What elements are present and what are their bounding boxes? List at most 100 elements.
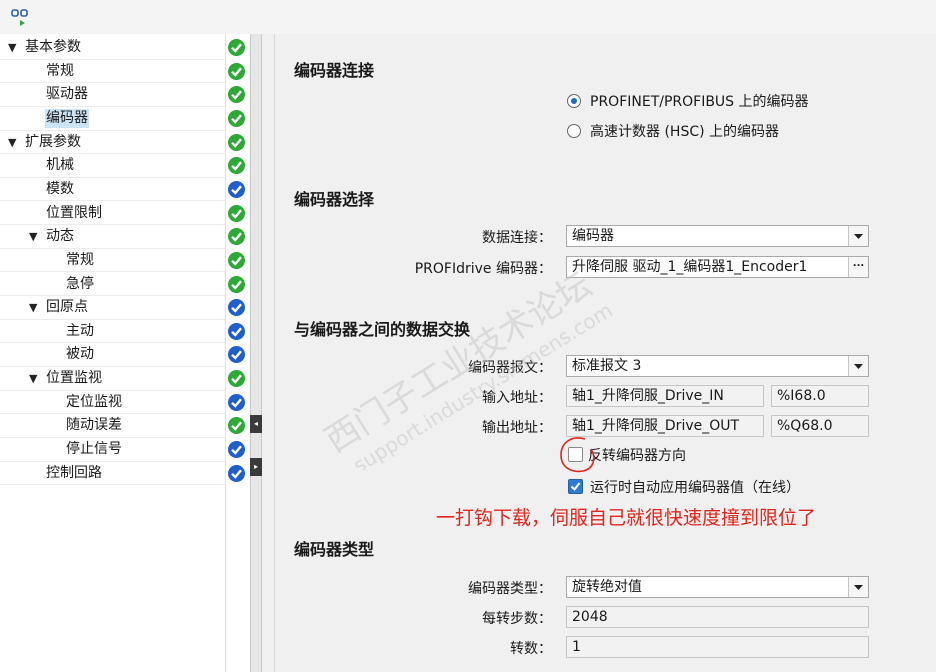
telegram-label: 编码器报文：	[468, 360, 552, 376]
status-ok-icon	[228, 393, 245, 411]
steps-per-rev-value: 2048	[572, 609, 608, 625]
input-tag-value: 轴1_升降伺服_Drive_IN	[572, 388, 724, 404]
nav-item[interactable]: 编码器	[0, 107, 225, 131]
profidrive-encoder-value: 升降伺服 驱动_1_编码器1_Encoder1	[572, 259, 808, 275]
nav-item-label: 停止信号	[66, 441, 122, 458]
nav-item[interactable]: 主动	[0, 320, 225, 344]
input-address-value: %I68.0	[777, 388, 826, 404]
output-tag-field: 轴1_升降伺服_Drive_OUT	[566, 415, 764, 437]
nav-item-label: 急停	[66, 275, 94, 292]
revolutions-value: 1	[572, 639, 581, 655]
auto-apply-checkbox[interactable]	[568, 479, 583, 494]
telegram-value: 标准报文 3	[572, 358, 642, 374]
revolutions-label: 转数：	[510, 641, 552, 657]
revolutions-field: 1	[566, 636, 869, 658]
status-ok-icon	[228, 109, 245, 127]
nav-item-label: 编码器	[45, 108, 89, 128]
nav-item-label: 基本参数	[25, 39, 81, 55]
status-ok-icon	[228, 370, 245, 388]
expand-right-icon[interactable]: ▸	[250, 458, 262, 476]
status-ok-icon	[228, 417, 245, 435]
nav-item-label: 动态	[46, 228, 74, 245]
profidrive-encoder-field[interactable]: 升降伺服 驱动_1_编码器1_Encoder1 ...	[566, 256, 869, 278]
nav-item-label: 扩展参数	[25, 133, 81, 150]
radio-hsc-label: 高速计数器 (HSC) 上的编码器	[590, 124, 780, 140]
chevron-down-icon[interactable]	[848, 356, 868, 376]
status-ok-icon	[228, 180, 245, 198]
annotation-text: 一打钩下载，伺服自己就很快速度撞到限位了	[436, 507, 817, 529]
output-tag-value: 轴1_升降伺服_Drive_OUT	[572, 418, 740, 434]
input-tag-field: 轴1_升降伺服_Drive_IN	[566, 385, 764, 407]
status-ok-icon	[228, 322, 245, 340]
nav-item-label: 常规	[46, 62, 74, 79]
axis-overview-icon[interactable]	[10, 7, 32, 29]
profidrive-encoder-label: PROFIdrive 编码器：	[414, 261, 552, 277]
encoder-selection-title: 编码器选择	[294, 190, 375, 209]
status-ok-icon	[228, 133, 245, 151]
data-exchange-title: 与编码器之间的数据交换	[294, 320, 471, 339]
data-connection-dropdown[interactable]: 编码器	[566, 225, 869, 247]
encoder-type-title: 编码器类型	[294, 540, 375, 559]
nav-item[interactable]: 控制回路	[0, 462, 225, 486]
status-ok-icon	[228, 204, 245, 222]
status-ok-icon	[228, 86, 245, 104]
nav-item-label: 随动误差	[66, 417, 122, 434]
expand-arrow-icon[interactable]: ▼	[8, 132, 16, 153]
nav-item[interactable]: ▼ 扩展参数	[0, 131, 225, 155]
encoder-connection-title: 编码器连接	[294, 61, 375, 80]
radio-profinet-encoder[interactable]	[567, 94, 581, 108]
nav-item[interactable]: 急停	[0, 273, 225, 297]
nav-item[interactable]: 常规	[0, 249, 225, 273]
browse-button[interactable]: ...	[848, 257, 868, 277]
nav-item-label: 位置限制	[46, 204, 102, 221]
invert-direction-label: 反转编码器方向	[588, 448, 686, 464]
separator	[262, 34, 274, 672]
nav-item[interactable]: 被动	[0, 343, 225, 368]
nav-item[interactable]: ▼ 回原点	[0, 296, 225, 320]
expand-arrow-icon[interactable]: ▼	[8, 37, 16, 58]
nav-item-label: 常规	[66, 251, 94, 268]
encoder-type-dropdown[interactable]: 旋转绝对值	[566, 576, 869, 598]
nav-item[interactable]: 位置限制	[0, 202, 225, 226]
output-address-label: 输出地址：	[482, 420, 552, 436]
expand-arrow-icon[interactable]: ▼	[29, 297, 37, 318]
radio-hsc-encoder[interactable]	[567, 124, 581, 138]
status-ok-icon	[228, 157, 245, 175]
nav-item[interactable]: 模数	[0, 178, 225, 202]
nav-item[interactable]: 驱动器	[0, 83, 225, 107]
chevron-down-icon[interactable]	[848, 577, 868, 597]
input-address-label: 输入地址：	[482, 390, 552, 406]
steps-per-rev-field: 2048	[566, 606, 869, 628]
nav-item[interactable]: 机械	[0, 154, 225, 178]
chevron-down-icon[interactable]	[848, 226, 868, 246]
output-address-value: %Q68.0	[777, 418, 833, 434]
nav-item[interactable]: 定位监视	[0, 391, 225, 415]
expand-arrow-icon[interactable]: ▼	[29, 226, 37, 247]
output-address-field: %Q68.0	[771, 415, 869, 437]
expand-arrow-icon[interactable]: ▼	[29, 368, 37, 389]
status-ok-icon	[228, 346, 245, 364]
encoder-telegram-dropdown[interactable]: 标准报文 3	[566, 355, 869, 377]
nav-item-label: 模数	[46, 180, 74, 197]
nav-item[interactable]: ▼ 位置监视	[0, 367, 225, 391]
nav-item[interactable]: 常规	[0, 60, 225, 84]
toolbar	[0, 0, 936, 35]
data-connection-value: 编码器	[572, 228, 614, 244]
collapse-left-icon[interactable]: ◂	[250, 415, 262, 433]
nav-item[interactable]: ▼ 基本参数	[0, 36, 225, 60]
nav-item-label: 定位监视	[66, 393, 122, 410]
panel-splitter[interactable]	[250, 34, 262, 672]
nav-item-label: 主动	[66, 322, 94, 339]
status-ok-icon	[228, 39, 245, 56]
nav-item[interactable]: ▼ 动态	[0, 225, 225, 249]
auto-apply-label: 运行时自动应用编码器值（在线）	[590, 480, 800, 496]
nav-item[interactable]: 停止信号	[0, 438, 225, 462]
nav-item-label: 驱动器	[46, 86, 88, 103]
nav-item-label: 回原点	[46, 299, 88, 316]
status-ok-icon	[228, 441, 245, 459]
status-ok-icon	[228, 251, 245, 269]
nav-item-label: 控制回路	[46, 464, 102, 481]
nav-item-label: 被动	[66, 346, 94, 363]
status-ok-icon	[228, 464, 245, 482]
nav-item[interactable]: 随动误差	[0, 414, 225, 438]
